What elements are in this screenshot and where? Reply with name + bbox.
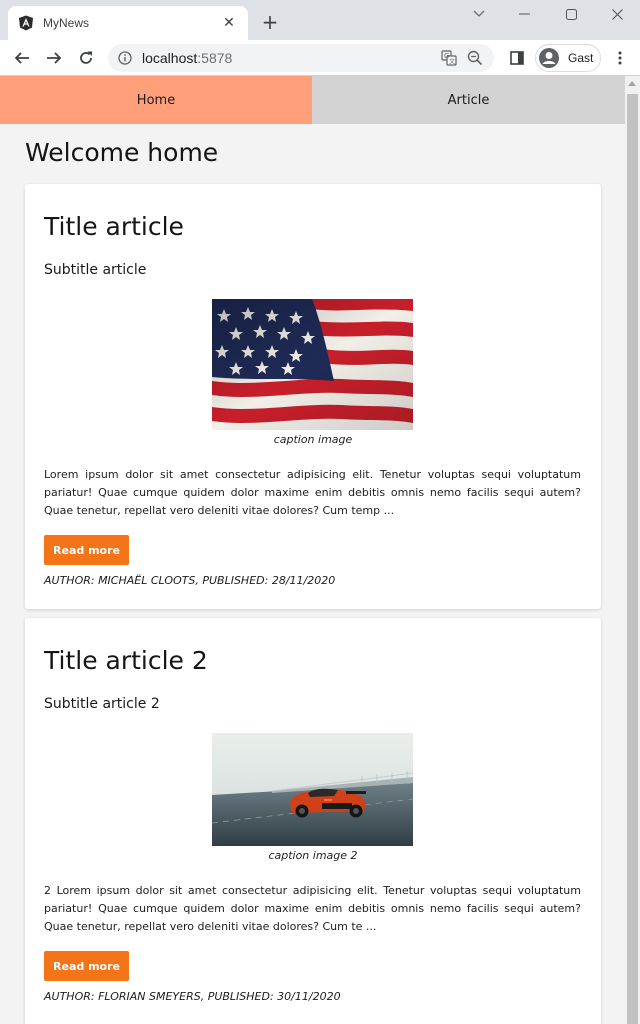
minimize-window-icon[interactable] <box>502 0 548 28</box>
zoom-out-icon[interactable] <box>462 46 488 70</box>
tab-title: MyNews <box>43 16 90 30</box>
image-caption: caption image <box>273 433 353 446</box>
avatar-icon <box>539 48 559 68</box>
article-meta: AUTHOR: FLORIAN SMEYERS, PUBLISHED: 30/1… <box>44 990 341 1003</box>
profile-label: Gast <box>568 51 594 65</box>
article-excerpt: 2 Lorem ipsum dolor sit amet consectetur… <box>44 884 581 933</box>
us-flag-image <box>212 299 413 430</box>
svg-text:文: 文 <box>449 58 455 66</box>
read-more-button[interactable]: Read more <box>44 535 129 565</box>
nav-item-home[interactable]: Home <box>0 76 312 124</box>
article-excerpt: Lorem ipsum dolor sit amet consectetur a… <box>44 468 581 517</box>
site-info-icon[interactable] <box>118 51 132 65</box>
url-text[interactable]: localhost:5878 <box>142 50 436 66</box>
image-caption: caption image 2 <box>268 849 358 862</box>
article-subtitle: Subtitle article 2 <box>44 696 160 712</box>
translate-icon[interactable]: G 文 <box>436 46 462 70</box>
sports-car-image <box>212 733 413 846</box>
scroll-up-arrow-icon[interactable] <box>628 81 636 86</box>
tab-search-icon[interactable] <box>456 0 502 28</box>
page-viewport: Home Article Welcome home Title article … <box>0 76 640 1024</box>
menu-kebab-icon[interactable] <box>608 46 632 70</box>
back-icon[interactable] <box>10 46 34 70</box>
browser-toolbar: localhost:5878 G 文 Gast <box>0 40 640 76</box>
article-title: Title article 2 <box>44 646 208 675</box>
article-card: Title article 2 Subtitle article 2 capti… <box>25 618 601 1024</box>
article-subtitle: Subtitle article <box>44 262 147 278</box>
close-window-icon[interactable] <box>594 0 640 28</box>
address-bar[interactable]: localhost:5878 G 文 <box>108 44 494 72</box>
reload-icon[interactable] <box>74 46 98 70</box>
close-tab-icon[interactable]: ✕ <box>220 15 238 31</box>
side-panel-icon[interactable] <box>505 46 529 70</box>
page-scrollbar[interactable] <box>625 76 640 1024</box>
angular-logo-icon <box>19 15 33 31</box>
browser-tab[interactable]: MyNews ✕ <box>8 6 248 40</box>
site-nav: Home Article <box>0 76 625 124</box>
maximize-window-icon[interactable] <box>548 0 594 28</box>
article-card: Title article Subtitle article caption i… <box>25 184 601 609</box>
browser-tabstrip: MyNews ✕ + <box>0 0 640 40</box>
page-title: Welcome home <box>25 138 219 167</box>
new-tab-icon[interactable]: + <box>258 10 282 34</box>
forward-icon[interactable] <box>42 46 66 70</box>
article-meta: AUTHOR: MICHAËL CLOOTS, PUBLISHED: 28/11… <box>44 574 336 587</box>
profile-button[interactable]: Gast <box>535 44 601 72</box>
article-title: Title article <box>44 212 184 241</box>
scrollbar-thumb[interactable] <box>627 94 638 1024</box>
nav-item-article[interactable]: Article <box>312 76 625 124</box>
read-more-button[interactable]: Read more <box>44 951 129 981</box>
